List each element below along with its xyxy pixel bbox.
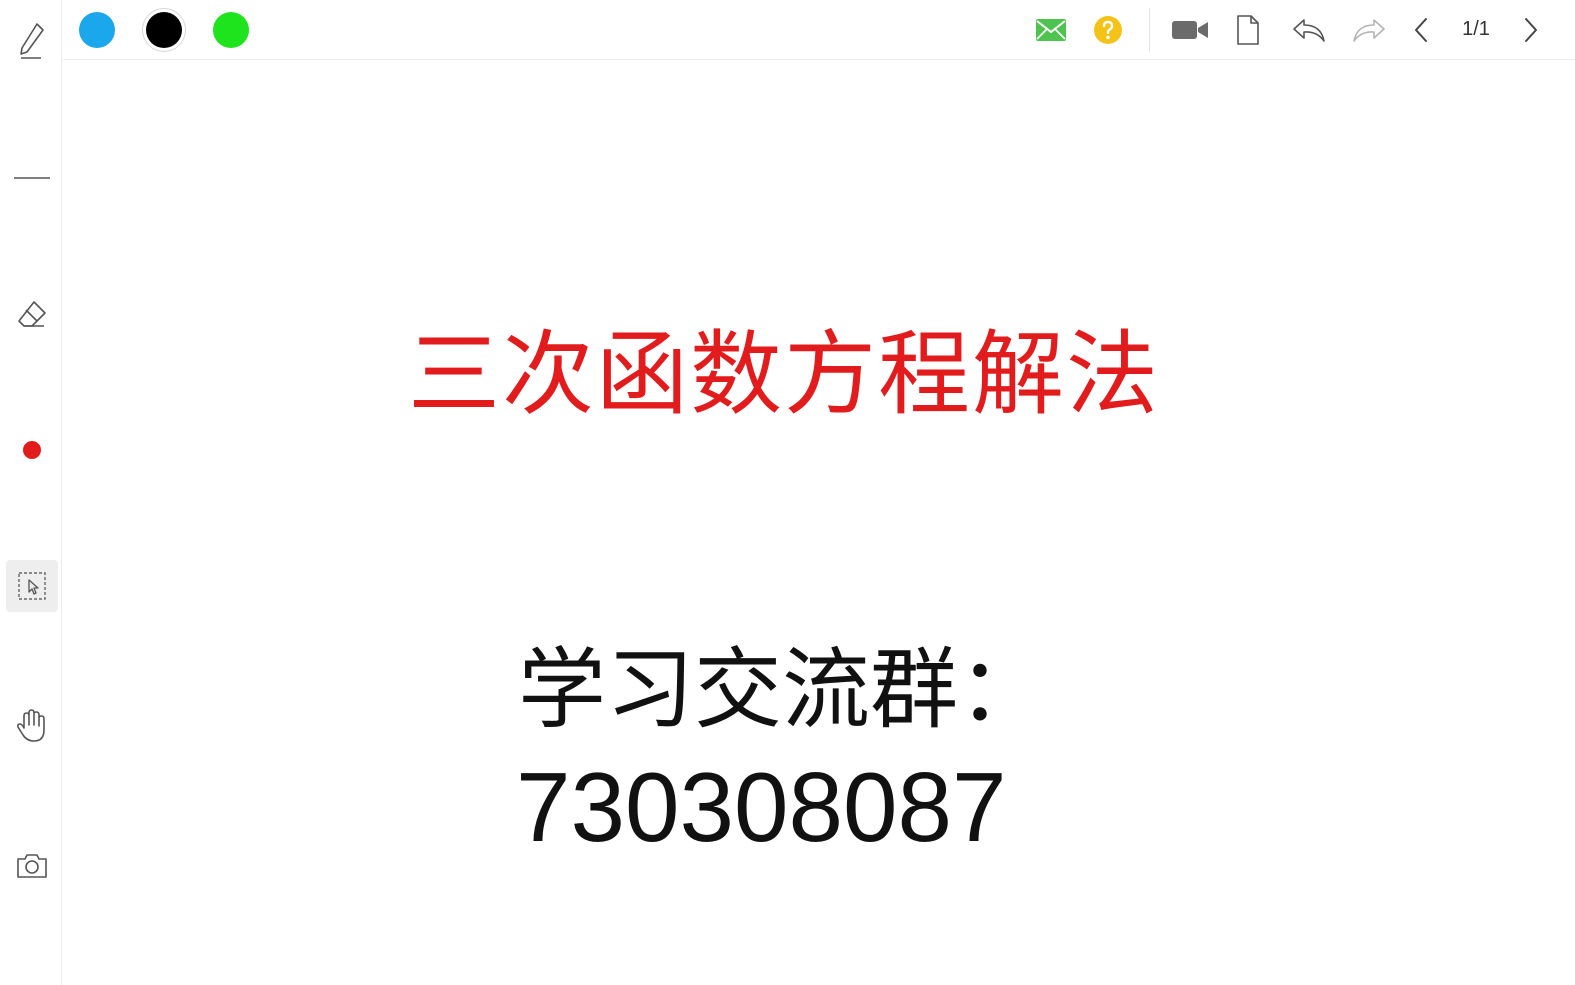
top-toolbar: 1/1 bbox=[63, 0, 1575, 60]
document-button[interactable] bbox=[1228, 10, 1268, 50]
pen-icon bbox=[20, 23, 44, 59]
help-icon bbox=[1094, 16, 1122, 44]
select-tool[interactable] bbox=[6, 560, 58, 612]
pen-tool[interactable] bbox=[6, 14, 58, 66]
undo-icon bbox=[1293, 19, 1325, 42]
camera-tool[interactable] bbox=[6, 840, 58, 892]
color-swatch-black[interactable] bbox=[146, 12, 182, 48]
mail-icon bbox=[1036, 19, 1066, 41]
chevron-right-icon bbox=[1525, 18, 1537, 42]
color-swatch-green[interactable] bbox=[213, 12, 249, 48]
eraser-tool[interactable] bbox=[6, 288, 58, 340]
tool-rail bbox=[0, 0, 62, 985]
undo-button[interactable] bbox=[1289, 10, 1329, 50]
hand-tool[interactable] bbox=[6, 700, 58, 752]
toolbar-divider bbox=[1149, 8, 1150, 52]
video-button[interactable] bbox=[1170, 10, 1210, 50]
hand-icon bbox=[16, 709, 45, 742]
next-page-button[interactable] bbox=[1511, 10, 1551, 50]
chevron-left-icon bbox=[1415, 18, 1427, 42]
line-icon bbox=[14, 177, 50, 179]
document-icon bbox=[1237, 15, 1259, 45]
board-title: 三次函数方程解法 bbox=[408, 321, 1161, 428]
camera-icon bbox=[17, 854, 47, 878]
current-color-indicator[interactable] bbox=[6, 424, 58, 476]
mail-button[interactable] bbox=[1031, 10, 1071, 50]
red-dot-color-icon bbox=[23, 441, 41, 459]
eraser-icon bbox=[18, 301, 46, 327]
color-swatch-blue[interactable] bbox=[79, 12, 115, 48]
help-button[interactable] bbox=[1088, 10, 1128, 50]
page-indicator: 1/1 bbox=[1462, 18, 1490, 40]
redo-icon bbox=[1353, 19, 1385, 42]
line-tool[interactable] bbox=[6, 152, 58, 204]
select-icon bbox=[18, 572, 46, 600]
study-group-label: 学习交流群： bbox=[518, 638, 1047, 741]
previous-page-button[interactable] bbox=[1401, 10, 1441, 50]
video-icon bbox=[1172, 21, 1208, 39]
study-group-number: 730308087 bbox=[516, 752, 1007, 862]
redo-button[interactable] bbox=[1349, 10, 1389, 50]
